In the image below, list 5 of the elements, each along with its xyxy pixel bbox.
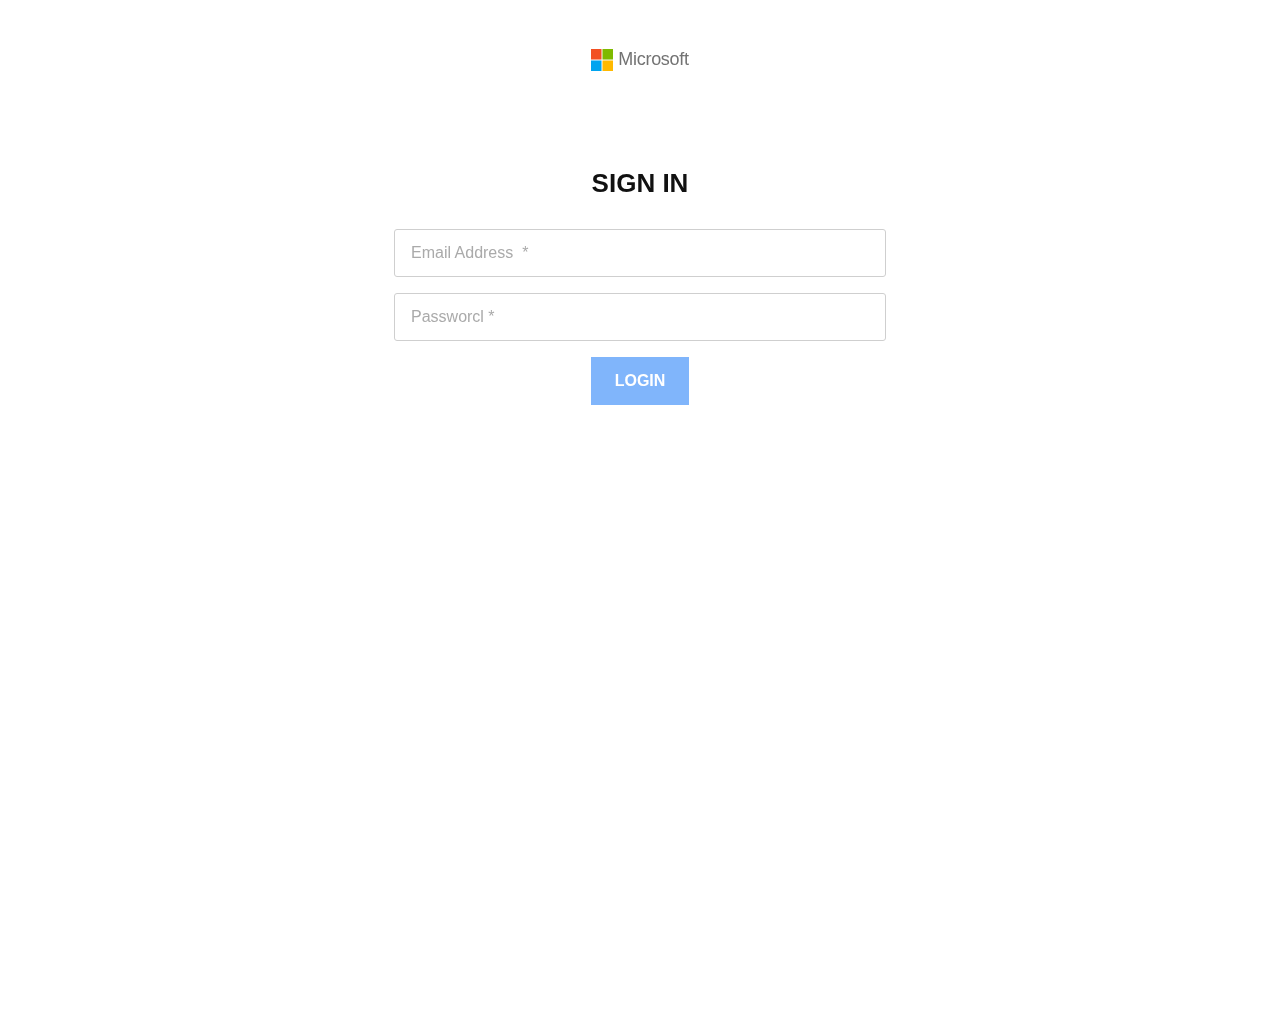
logo-text: Microsoft — [618, 49, 689, 70]
email-field[interactable]: Email Address * — [394, 229, 886, 277]
password-field[interactable]: Passworcl * — [394, 293, 886, 341]
four-squares-logo-icon — [591, 48, 614, 71]
page-heading: SIGN IN — [591, 168, 689, 198]
